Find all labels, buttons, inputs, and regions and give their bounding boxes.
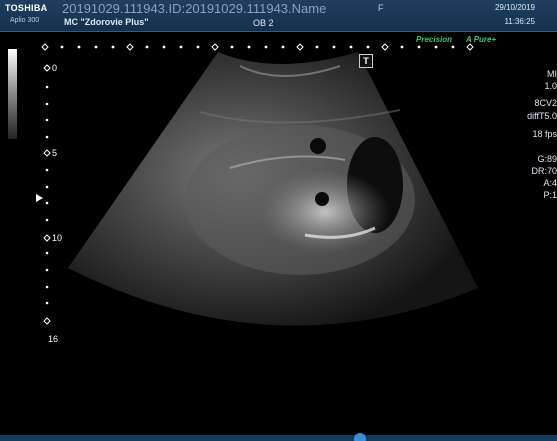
fetal-structure (260, 170, 390, 254)
cyst-2 (315, 192, 329, 206)
depth-label: 0 (52, 63, 58, 73)
top-dot-scale (60, 45, 455, 49)
param-p: P:1 (543, 190, 557, 200)
top-diamond-markers (41, 43, 474, 51)
focus-marker-icon (36, 194, 43, 202)
param-gain: G:89 (537, 154, 557, 164)
param-probe: 8CV2 (534, 98, 557, 108)
cine-scroll-knob[interactable] (354, 433, 366, 441)
param-mi-value: 1.0 (544, 81, 557, 91)
param-frequency: diffT5.0 (527, 111, 557, 121)
depth-label: 10 (52, 233, 63, 243)
param-mi-label: MI (547, 69, 557, 79)
left-dot-scale (45, 85, 49, 305)
depth-label: 5 (52, 148, 58, 158)
param-a: A:4 (543, 178, 557, 188)
bottom-status-bar (0, 435, 557, 441)
ultrasound-image (36, 43, 478, 326)
transducer-orientation-marker: T (359, 54, 373, 68)
param-dynamic-range: DR:70 (531, 166, 557, 176)
param-frame-rate: 18 fps (532, 129, 557, 139)
cyst-1 (310, 138, 326, 154)
depth-label: 16 (48, 334, 59, 344)
